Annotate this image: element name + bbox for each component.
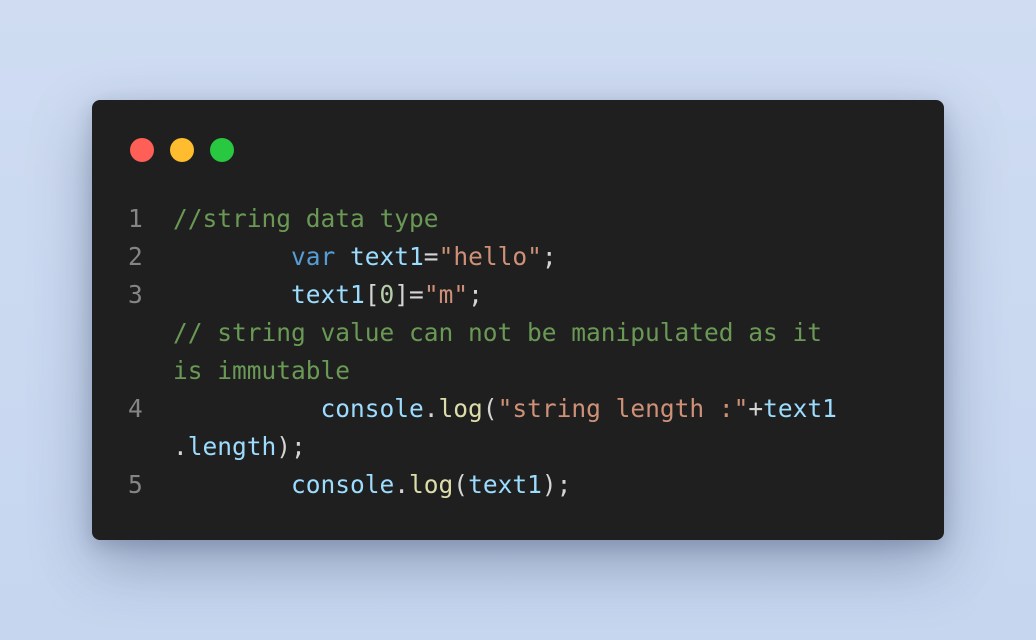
token-comment: is immutable — [173, 356, 351, 385]
line-number: 3 — [128, 280, 143, 309]
token-str: "string length :" — [497, 394, 749, 423]
token-plain: ( — [482, 394, 498, 423]
token-plain: . — [394, 470, 410, 499]
token-var: text1 — [350, 242, 424, 271]
token-comment: //string data type — [173, 204, 439, 233]
maximize-button[interactable] — [210, 138, 234, 162]
code-text: console.log(text1); — [173, 466, 571, 504]
token-plain: ; — [541, 242, 557, 271]
line-number: 5 — [128, 470, 143, 499]
token-plain: ( — [453, 470, 469, 499]
code-text: //string data type — [173, 200, 439, 238]
minimize-button[interactable] — [170, 138, 194, 162]
token-str: "hello" — [438, 242, 542, 271]
token-plain: . — [423, 394, 439, 423]
token-plain: . — [173, 432, 188, 461]
token-str: "m" — [423, 280, 469, 309]
line-number: 4 — [128, 394, 143, 423]
line-number: 2 — [128, 242, 143, 271]
token-plain: = — [423, 242, 439, 271]
token-var: text1 — [468, 470, 542, 499]
token-var: length — [187, 432, 277, 461]
token-fn: log — [438, 394, 483, 423]
code-line: 3 text1[0]="m"; — [92, 276, 944, 314]
token-plain: ]= — [394, 280, 424, 309]
code-line: 4 console.log("string length :"+text1 — [92, 390, 944, 428]
token-var: text1 — [173, 280, 365, 309]
close-button[interactable] — [130, 138, 154, 162]
code-line: 1 //string data type — [92, 200, 944, 238]
line-number: 1 — [128, 204, 143, 233]
code-text: var text1="hello"; — [173, 238, 557, 276]
code-line: 2 var text1="hello"; — [92, 238, 944, 276]
code-text: console.log("string length :"+text1 — [173, 390, 837, 428]
code-text: .length); — [173, 428, 306, 466]
window-controls — [130, 138, 234, 162]
code-line: 5 console.log(text1); — [92, 466, 944, 504]
token-var: console — [173, 394, 424, 423]
code-text: is immutable — [173, 352, 350, 390]
code-window: 1//string data type 2 var text1="hello"; 3… — [92, 100, 944, 540]
token-fn: log — [409, 470, 454, 499]
token-plain: [ — [364, 280, 380, 309]
token-plain: ); — [276, 432, 306, 461]
token-var: console — [173, 470, 395, 499]
code-editor[interactable]: 1//string data type 2 var text1="hello"; 3… — [92, 200, 944, 504]
token-var: text1 — [763, 394, 837, 423]
token-comment: // string value can not be manipulated a… — [173, 318, 823, 347]
token-plain: ); — [541, 470, 572, 499]
code-text: text1[0]="m"; — [173, 276, 483, 314]
token-num: 0 — [379, 280, 395, 309]
code-line: is immutable — [92, 352, 944, 390]
code-line: // string value can not be manipulated a… — [92, 314, 944, 352]
code-text: // string value can not be manipulated a… — [173, 314, 822, 352]
code-line: .length); — [92, 428, 944, 466]
token-plain: ; — [468, 280, 483, 309]
token-plain: + — [748, 394, 764, 423]
token-kw: var — [173, 242, 336, 271]
